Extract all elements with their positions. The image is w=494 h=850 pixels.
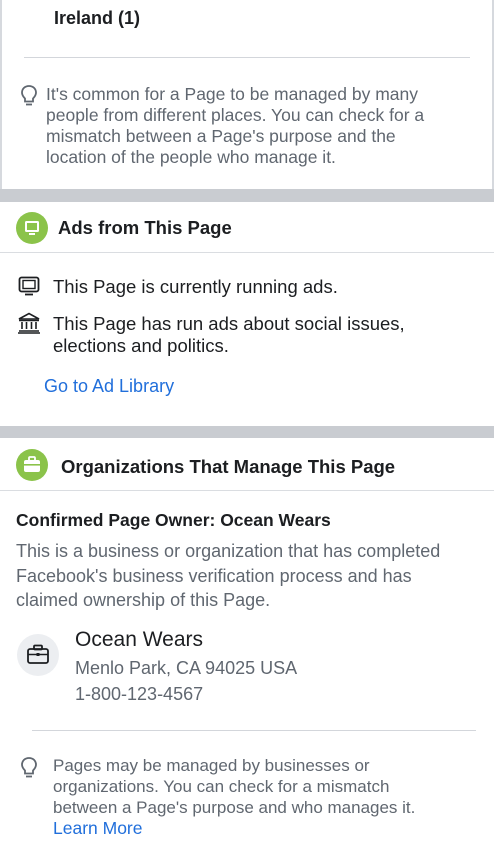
- location-tip: It's common for a Page to be managed by …: [46, 84, 424, 168]
- learn-more-link[interactable]: Learn More: [53, 818, 143, 839]
- divider: [32, 730, 476, 731]
- tip-line: location of the people who manage it.: [46, 147, 336, 167]
- ad-icon: [16, 212, 48, 244]
- divider: [24, 57, 470, 58]
- text-line: This Page has run ads about social issue…: [53, 313, 405, 334]
- briefcase-icon: [27, 644, 49, 664]
- monitor-icon: [18, 276, 40, 296]
- tip-line: between a Page's purpose and who manages…: [53, 798, 416, 817]
- tip-line: people from different places. You can ch…: [46, 105, 425, 125]
- running-ads-text: This Page is currently running ads.: [53, 276, 338, 297]
- ad-library-link[interactable]: Go to Ad Library: [44, 376, 174, 397]
- tip-line: mismatch between a Page's purpose and th…: [46, 126, 396, 146]
- org-address: Menlo Park, CA 94025 USA: [75, 658, 298, 678]
- confirmed-owner-description: This is a business or organization that …: [16, 541, 441, 610]
- briefcase-icon: [16, 449, 48, 481]
- ads-header: Ads from This Page: [0, 202, 494, 253]
- tip-line: organizations. You can check for a misma…: [53, 777, 390, 796]
- page-location-card: Ireland (1) It's common for a Page to be…: [0, 0, 494, 189]
- tip-line: It's common for a Page to be managed by …: [46, 84, 419, 104]
- tip-line: Pages may be managed by businesses or: [53, 756, 370, 775]
- org-avatar: [17, 634, 59, 676]
- ads-card: Ads from This Page This Page is currentl…: [0, 202, 494, 426]
- section-title: Ads from This Page: [58, 217, 232, 238]
- lightbulb-icon: [21, 757, 37, 778]
- political-ads-text: This Page has run ads about social issue…: [53, 313, 405, 357]
- organizations-header: Organizations That Manage This Page: [0, 440, 494, 491]
- organizations-tip: Pages may be managed by businesses or or…: [53, 755, 415, 818]
- lightbulb-icon: [21, 85, 37, 106]
- organizations-card: Organizations That Manage This Page Conf…: [0, 438, 494, 850]
- text-line: elections and politics.: [53, 335, 229, 356]
- section-title: Organizations That Manage This Page: [61, 456, 396, 477]
- bank-icon: [18, 312, 40, 334]
- org-name: Ocean Wears: [75, 628, 203, 651]
- country-label: Ireland (1): [54, 8, 141, 28]
- org-phone: 1-800-123-4567: [75, 684, 204, 704]
- confirmed-owner-title: Confirmed Page Owner: Ocean Wears: [16, 510, 331, 530]
